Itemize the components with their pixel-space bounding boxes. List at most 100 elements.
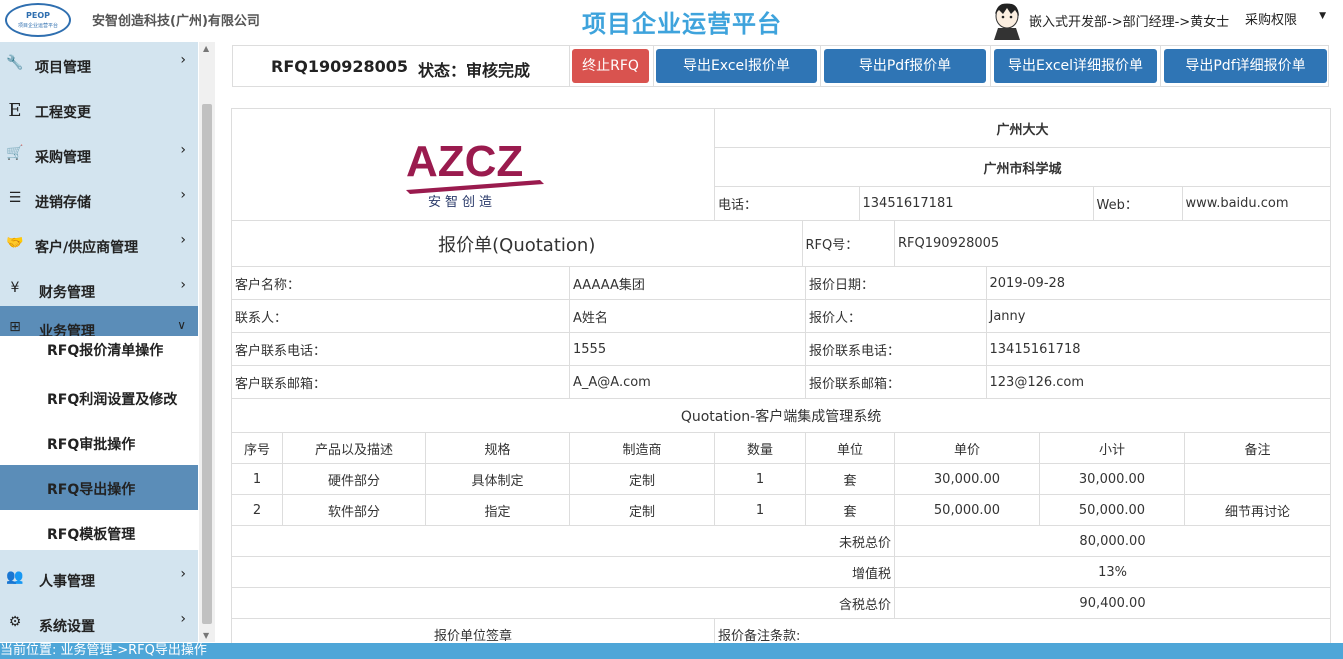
sidebar-item-engineering-change[interactable]: E 工程变更 — [0, 87, 198, 132]
sidebar-item-label: 项目管理 — [35, 60, 91, 76]
cell: 30,000.00 — [1039, 463, 1185, 495]
col-header: 单位 — [805, 432, 895, 464]
col-header: 数量 — [714, 432, 806, 464]
yen-icon: ¥ — [10, 280, 20, 296]
sidebar-item-customer-supplier[interactable]: 🤝 客户/供应商管理 › — [0, 222, 198, 267]
scrollbar-thumb[interactable] — [202, 104, 212, 624]
date-subtable: 报价日期： 2019-09-28 — [806, 267, 1330, 299]
col-header: 产品以及描述 — [282, 432, 426, 464]
date-row: 报价日期： 2019-09-28 — [804, 266, 1332, 300]
company-name: 安智创造科技(广州)有限公司 — [92, 14, 260, 29]
cell: 定制 — [569, 463, 715, 495]
letter-e-icon: E — [8, 100, 22, 121]
pretax-value: 80,000.00 — [893, 525, 1332, 557]
quoter-phone-label: 报价联系电话： — [806, 333, 987, 365]
quoter-email-row: 报价联系邮箱： 123@126.com — [804, 365, 1332, 399]
cell: 2 — [231, 494, 283, 526]
customer-value: AAAAA集团 — [569, 266, 806, 300]
sidebar-item-hr[interactable]: 👥 人事管理 › — [0, 556, 198, 601]
col-header: 单价 — [894, 432, 1040, 464]
rfq-label: RFQ号： — [805, 238, 859, 253]
table-row: 2 软件部分 指定 定制 1 套 50,000.00 50,000.00 细节再… — [231, 494, 1332, 526]
sidebar-item-label: 财务管理 — [39, 285, 95, 301]
phone-label: 电话： — [715, 187, 860, 220]
header: PEOP 项目企业运营平台 安智创造科技(广州)有限公司 项目企业运营平台 嵌入… — [0, 0, 1343, 40]
sidebar-item-label: 采购管理 — [35, 150, 91, 166]
submenu-item-rfq-profit[interactable]: RFQ利润设置及修改 — [0, 375, 198, 420]
role-select[interactable]: 采购权限 ▼ — [1240, 9, 1332, 31]
cell: 1 — [231, 463, 283, 495]
sidebar-item-label: 进销存储 — [35, 195, 91, 211]
submenu-item-rfq-export[interactable]: RFQ导出操作 — [0, 465, 198, 510]
vat-label: 增值税 — [231, 556, 895, 588]
cell: 30,000.00 — [894, 463, 1040, 495]
platform-logo: PEOP 项目企业运营平台 — [5, 3, 71, 37]
export-pdf-button[interactable]: 导出Pdf报价单 — [824, 49, 986, 83]
logo-text: PEOP — [26, 11, 50, 20]
divider — [820, 46, 821, 86]
azcz-logo: AZCZ 安智创造 — [406, 137, 544, 210]
database-icon: ☰ — [8, 190, 22, 206]
cart-icon: 🛒 — [6, 145, 24, 161]
company-name-cell: 广州大大 — [713, 108, 1332, 148]
cell: 套 — [805, 494, 895, 526]
quoter-row: 报价人： Janny — [804, 299, 1332, 333]
sidebar: 🔧 项目管理 › E 工程变更 🛒 采购管理 › ☰ 进销存储 › 🤝 客户/供… — [0, 42, 198, 642]
brand-logo-text: AZCZ — [406, 137, 523, 186]
cust-email-label: 客户联系邮箱： — [231, 365, 570, 399]
total-label: 含税总价 — [231, 587, 895, 619]
chevron-right-icon: › — [180, 142, 186, 158]
cust-phone-value: 1555 — [569, 332, 806, 366]
export-excel-detail-button[interactable]: 导出Excel详细报价单 — [994, 49, 1157, 83]
chevron-right-icon: › — [180, 232, 186, 248]
sidebar-item-project[interactable]: 🔧 项目管理 › — [0, 42, 198, 87]
quoter-email-subtable: 报价联系邮箱： 123@126.com — [806, 366, 1330, 398]
phone-value: 13451617181 — [859, 187, 1094, 220]
export-pdf-detail-button[interactable]: 导出Pdf详细报价单 — [1164, 49, 1327, 83]
col-header: 小计 — [1039, 432, 1185, 464]
sidebar-item-inventory[interactable]: ☰ 进销存储 › — [0, 177, 198, 222]
quoter-phone-row: 报价联系电话： 13415161718 — [804, 332, 1332, 366]
sidebar-item-purchase[interactable]: 🛒 采购管理 › — [0, 132, 198, 177]
role-select-value: 采购权限 — [1245, 13, 1298, 28]
sidebar-item-label: 工程变更 — [35, 105, 91, 121]
sidebar-item-settings[interactable]: ⚙ 系统设置 › — [0, 601, 198, 642]
logo-subtext: 项目企业运营平台 — [17, 23, 58, 29]
date-value: 2019-09-28 — [989, 275, 1066, 291]
cust-phone-label: 客户联系电话： — [231, 332, 570, 366]
chevron-down-icon: ▼ — [1319, 11, 1326, 21]
cell: 1 — [714, 463, 806, 495]
web-value: www.baidu.com — [1185, 196, 1289, 211]
cell: 套 — [805, 463, 895, 495]
quoter-subtable: 报价人： Janny — [806, 300, 1330, 332]
location-statusbar: 当前位置: 业务管理->RFQ导出操作 — [0, 643, 1343, 659]
total-value: 90,400.00 — [893, 587, 1332, 619]
stop-rfq-button[interactable]: 终止RFQ — [572, 49, 649, 83]
doc-title-subtable: 报价单(Quotation) RFQ号： — [232, 221, 894, 266]
sidebar-scrollbar[interactable]: ▲ ▼ — [199, 42, 215, 642]
submenu-item-rfq-template[interactable]: RFQ模板管理 — [0, 510, 198, 555]
contact-label: 联系人： — [231, 299, 570, 333]
rfq-status: 状态：审核完成 — [418, 61, 531, 80]
business-submenu: RFQ报价清单操作 RFQ利润设置及修改 RFQ审批操作 RFQ导出操作 RFQ… — [0, 336, 198, 550]
cell: 1 — [714, 494, 806, 526]
rfq-number: RFQ190928005 — [271, 57, 409, 76]
col-header: 序号 — [231, 432, 283, 464]
quoter-email-value: 123@126.com — [989, 374, 1085, 390]
export-excel-button[interactable]: 导出Excel报价单 — [656, 49, 817, 83]
chevron-right-icon: › — [180, 611, 186, 627]
cell: 细节再讨论 — [1183, 494, 1332, 526]
scroll-down-icon[interactable]: ▼ — [203, 631, 209, 640]
project-title: Quotation-客户端集成管理系统 — [230, 398, 1332, 433]
scroll-up-icon[interactable]: ▲ — [203, 44, 209, 53]
users-icon: 👥 — [6, 569, 24, 585]
submenu-item-label: RFQ报价清单操作 — [47, 343, 164, 359]
contact-subtable: 电话： 13451617181 Web： www.baidu.com — [715, 187, 1330, 220]
doc-title-row: 报价单(Quotation) RFQ号： — [231, 220, 895, 267]
chevron-right-icon: › — [180, 52, 186, 68]
user-avatar[interactable] — [990, 2, 1024, 40]
submenu-item-rfq-list[interactable]: RFQ报价清单操作 — [0, 326, 198, 371]
sidebar-item-label: 系统设置 — [39, 619, 95, 635]
submenu-item-rfq-approval[interactable]: RFQ审批操作 — [0, 420, 198, 465]
rfq-toolbar: RFQ190928005 状态：审核完成 终止RFQ 导出Excel报价单 导出… — [232, 45, 1329, 87]
